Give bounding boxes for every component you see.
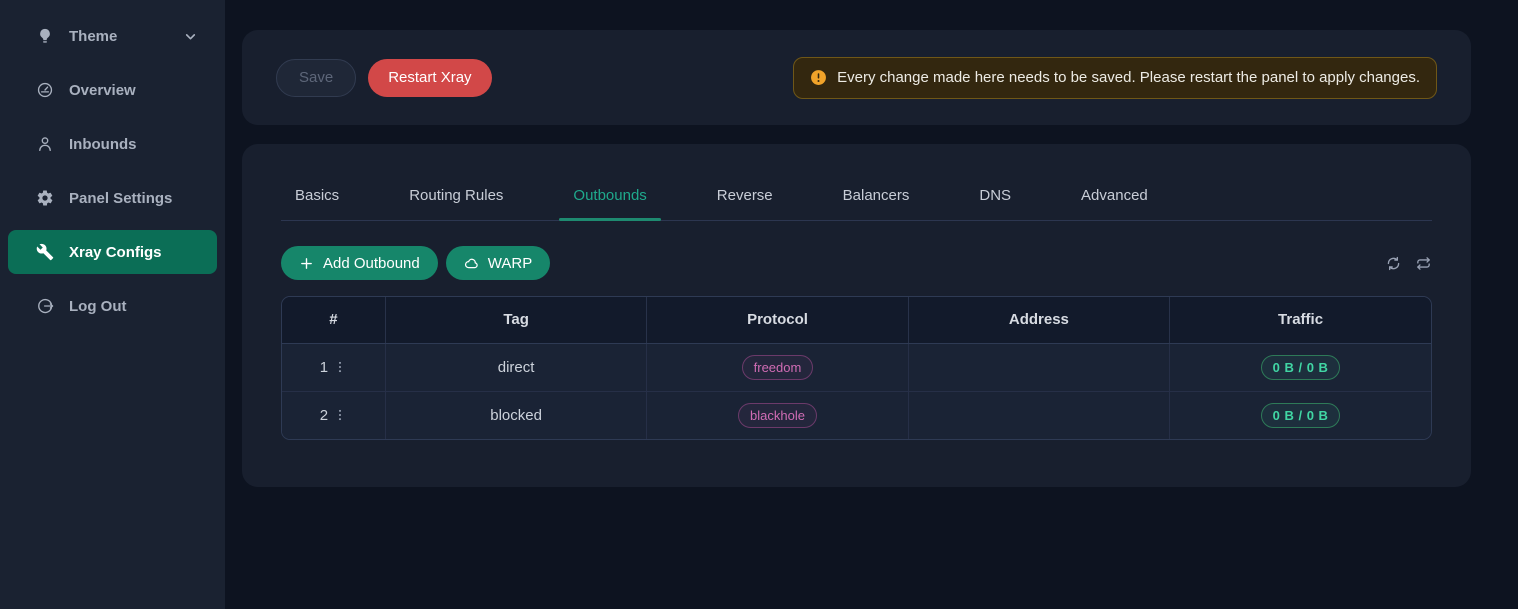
table-header-row: # Tag Protocol Address Traffic <box>282 297 1431 343</box>
unsaved-changes-alert: Every change made here needs to be saved… <box>793 57 1437 99</box>
chevron-down-icon <box>184 30 197 43</box>
add-outbound-button[interactable]: Add Outbound <box>281 246 438 280</box>
traffic-badge: 0 B / 0 B <box>1261 403 1341 428</box>
protocol-cell: freedom <box>647 343 908 391</box>
index-cell: 2 <box>282 391 385 439</box>
refresh-icon[interactable] <box>1385 255 1402 272</box>
tab-balancers[interactable]: Balancers <box>829 187 924 220</box>
traffic-cell: 0 B / 0 B <box>1170 343 1431 391</box>
sidebar-item-theme[interactable]: Theme <box>8 14 217 58</box>
sidebar-item-overview[interactable]: Overview <box>8 68 217 112</box>
index-cell: 1 <box>282 343 385 391</box>
table-tools <box>1385 255 1432 272</box>
address-cell <box>908 391 1169 439</box>
dashboard-icon <box>36 81 54 99</box>
column-header-protocol: Protocol <box>647 297 908 343</box>
warp-label: WARP <box>488 255 532 272</box>
actions-row: Add Outbound WARP <box>281 246 1432 280</box>
protocol-badge: freedom <box>742 355 814 380</box>
repeat-icon[interactable] <box>1415 255 1432 272</box>
logout-icon <box>36 297 54 315</box>
tab-outbounds[interactable]: Outbounds <box>559 187 660 220</box>
sidebar-item-label: Theme <box>69 28 117 45</box>
tab-dns[interactable]: DNS <box>965 187 1025 220</box>
row-index: 1 <box>320 359 328 376</box>
warp-button[interactable]: WARP <box>446 246 550 280</box>
plus-icon <box>299 256 314 271</box>
toolbar-card: Save Restart Xray Every change made here… <box>242 30 1471 125</box>
sidebar-item-inbounds[interactable]: Inbounds <box>8 122 217 166</box>
add-outbound-label: Add Outbound <box>323 255 420 272</box>
main-content: Save Restart Xray Every change made here… <box>225 0 1518 609</box>
save-button[interactable]: Save <box>276 59 356 97</box>
tag-cell: direct <box>385 343 646 391</box>
table-row: 1 direct freedom <box>282 343 1431 391</box>
column-header-index: # <box>282 297 385 343</box>
wrench-icon <box>36 243 54 261</box>
sidebar-item-log-out[interactable]: Log Out <box>8 284 217 328</box>
tab-reverse[interactable]: Reverse <box>703 187 787 220</box>
alert-text: Every change made here needs to be saved… <box>837 69 1420 86</box>
config-tabs: Basics Routing Rules Outbounds Reverse B… <box>281 187 1432 221</box>
sidebar-item-label: Xray Configs <box>69 244 162 261</box>
row-index: 2 <box>320 407 328 424</box>
column-header-tag: Tag <box>385 297 646 343</box>
protocol-badge: blackhole <box>738 403 817 428</box>
app-window: Theme Overview Inbounds Panel Settings <box>0 0 1518 609</box>
tab-basics[interactable]: Basics <box>281 187 353 220</box>
tab-advanced[interactable]: Advanced <box>1067 187 1162 220</box>
sidebar-item-label: Log Out <box>69 298 126 315</box>
tab-routing-rules[interactable]: Routing Rules <box>395 187 517 220</box>
table-row: 2 blocked blackhole <box>282 391 1431 439</box>
restart-xray-button[interactable]: Restart Xray <box>368 59 491 97</box>
tag-cell: blocked <box>385 391 646 439</box>
warning-icon <box>810 69 827 86</box>
sidebar: Theme Overview Inbounds Panel Settings <box>0 0 225 609</box>
gear-icon <box>36 189 54 207</box>
sidebar-item-label: Inbounds <box>69 136 137 153</box>
column-header-traffic: Traffic <box>1170 297 1431 343</box>
sidebar-item-panel-settings[interactable]: Panel Settings <box>8 176 217 220</box>
sidebar-item-label: Overview <box>69 82 136 99</box>
protocol-cell: blackhole <box>647 391 908 439</box>
traffic-badge: 0 B / 0 B <box>1261 355 1341 380</box>
sidebar-item-label: Panel Settings <box>69 190 172 207</box>
row-menu-icon[interactable] <box>333 359 347 375</box>
traffic-cell: 0 B / 0 B <box>1170 391 1431 439</box>
outbounds-table: # Tag Protocol Address Traffic 1 <box>281 296 1432 440</box>
column-header-address: Address <box>908 297 1169 343</box>
cloud-icon <box>464 256 479 271</box>
user-icon <box>36 135 54 153</box>
address-cell <box>908 343 1169 391</box>
xray-config-card: Basics Routing Rules Outbounds Reverse B… <box>242 144 1471 487</box>
row-menu-icon[interactable] <box>333 407 347 423</box>
sidebar-item-xray-configs[interactable]: Xray Configs <box>8 230 217 274</box>
bulb-icon <box>36 27 54 45</box>
